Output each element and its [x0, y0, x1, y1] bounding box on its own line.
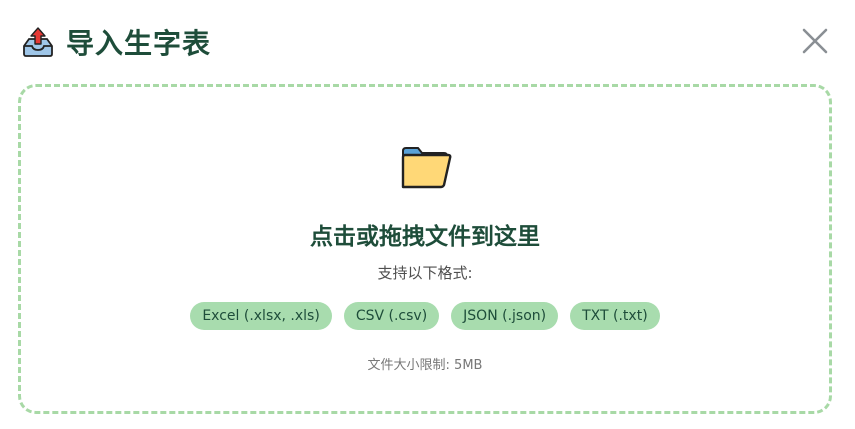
folder-icon [401, 147, 452, 189]
format-badge-csv: CSV (.csv) [343, 302, 440, 330]
inbox-upload-icon [23, 27, 53, 57]
format-badge-list: Excel (.xlsx, .xls) CSV (.csv) JSON (.js… [21, 302, 829, 330]
format-badge-json: JSON (.json) [451, 302, 559, 330]
supported-formats-label: 支持以下格式: [377, 264, 473, 282]
format-badge-txt: TXT (.txt) [570, 302, 660, 330]
import-dialog: 导入生字表 点击或拖拽文件到这里 支持以下格式: Excel (.xlsx, .… [0, 0, 855, 429]
drop-zone-title: 点击或拖拽文件到这里 [310, 224, 540, 250]
file-size-limit: 文件大小限制: 5MB [367, 358, 483, 373]
dialog-header: 导入生字表 [20, 22, 211, 62]
close-icon[interactable] [800, 26, 830, 56]
dialog-title: 导入生字表 [66, 27, 212, 60]
format-badge-excel: Excel (.xlsx, .xls) [190, 302, 332, 330]
file-drop-zone[interactable]: 点击或拖拽文件到这里 支持以下格式: Excel (.xlsx, .xls) C… [18, 84, 832, 414]
